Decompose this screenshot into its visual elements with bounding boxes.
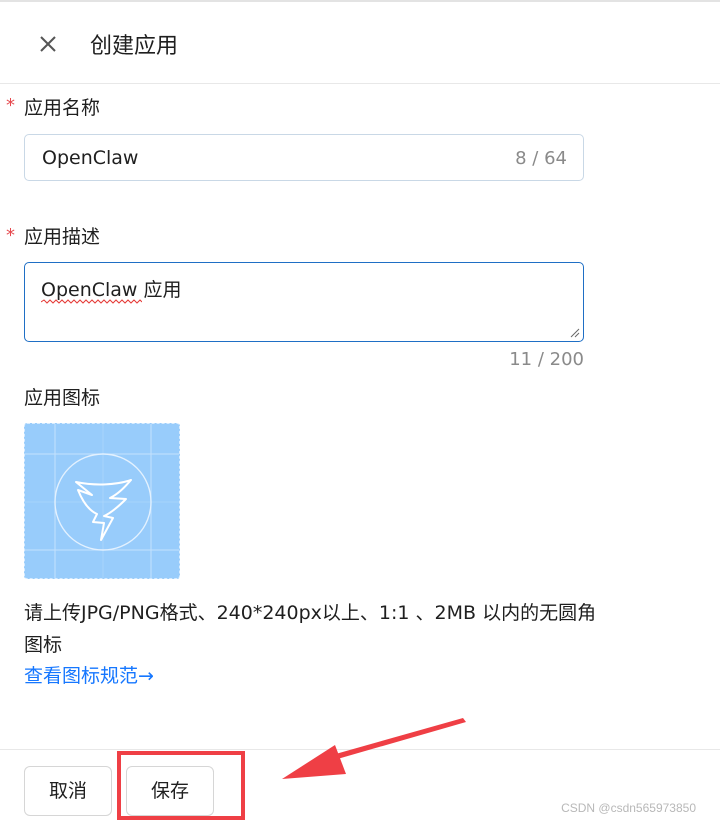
spellcheck-underline: [41, 299, 142, 304]
icon-upload-hint: 请上传JPG/PNG格式、240*240px以上、1:1 、2MB 以内的无圆角…: [24, 602, 597, 656]
app-icon-label: 应用图标: [24, 387, 101, 409]
app-name-input[interactable]: OpenClaw 8 / 64: [24, 134, 584, 181]
app-description-counter: 11 / 200: [509, 349, 584, 370]
dialog-header: 创建应用: [0, 2, 720, 84]
app-description-label: 应用描述: [24, 226, 101, 248]
arrow-annotation-icon: [282, 718, 466, 779]
icon-spec-link[interactable]: 查看图标规范→: [24, 661, 154, 688]
watermark: CSDN @csdn565973850: [561, 801, 696, 815]
required-mark: *: [6, 225, 15, 246]
resize-handle-icon[interactable]: [570, 328, 580, 338]
app-description-textarea[interactable]: OpenClaw 应用: [24, 262, 584, 342]
icon-upload-area[interactable]: [24, 423, 180, 579]
app-name-counter: 8 / 64: [515, 148, 567, 169]
cancel-button[interactable]: 取消: [24, 766, 112, 816]
dialog-title: 创建应用: [90, 34, 179, 59]
dingtalk-wing-icon: [25, 424, 179, 578]
close-button[interactable]: [34, 30, 62, 58]
app-description-value: OpenClaw 应用: [41, 279, 182, 301]
save-highlight-annotation: [117, 751, 245, 820]
app-name-label: 应用名称: [24, 97, 101, 119]
close-icon: [40, 36, 56, 52]
required-mark: *: [6, 95, 15, 116]
app-name-value: OpenClaw: [42, 147, 139, 169]
